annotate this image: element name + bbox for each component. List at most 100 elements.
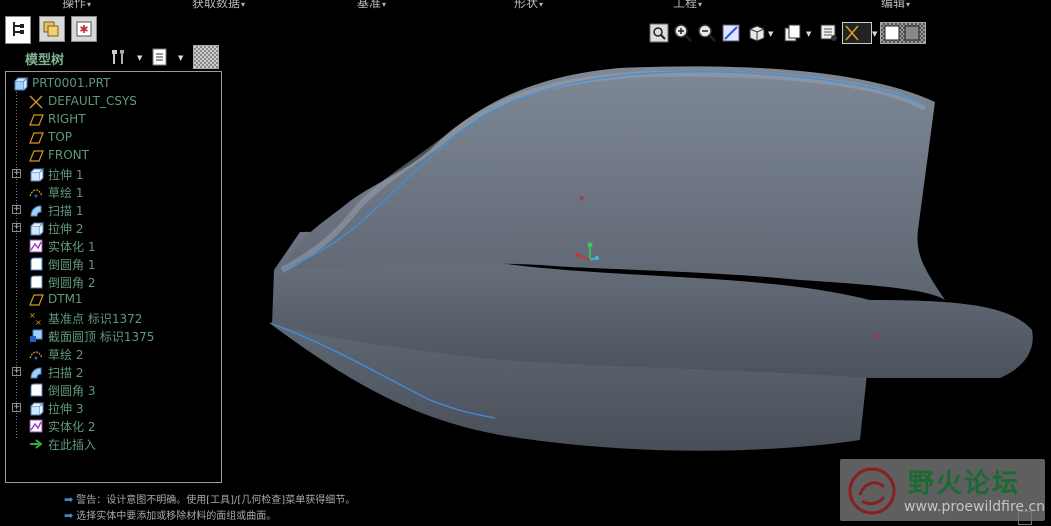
resize-grip[interactable] (1018, 511, 1032, 525)
tree-item[interactable]: DEFAULT_CSYS (6, 93, 218, 111)
show-grid-icon[interactable] (193, 45, 219, 69)
tree-item-label: 基准点 标识1372 (48, 312, 143, 326)
tree-item[interactable]: DTM1 (6, 291, 218, 309)
zoom-fit-icon[interactable] (648, 22, 670, 44)
tree-item[interactable]: + 拉伸 3 (6, 399, 218, 417)
repaint-icon[interactable] (720, 22, 742, 44)
model-tree: PRT0001.PRT DEFAULT_CSYS RIGHT TOP FRONT + 拉伸 … (5, 71, 222, 483)
shading-icon (884, 25, 920, 41)
tree-item-label: 草绘 2 (48, 348, 84, 362)
tree-item[interactable]: RIGHT (6, 111, 218, 129)
tree-item[interactable]: 倒圆角 2 (6, 273, 218, 291)
tree-item[interactable]: 在此插入 (6, 435, 218, 453)
message-arrow-icon: ➡ (64, 493, 74, 506)
tree-item[interactable]: + 扫描 2 (6, 363, 218, 381)
tree-item-label: DEFAULT_CSYS (48, 94, 137, 108)
forum-logo-icon (848, 467, 896, 515)
orient-dropdown-icon[interactable]: ▼ (768, 30, 773, 38)
zoom-in-icon[interactable] (672, 22, 694, 44)
tree-item-label: DTM1 (48, 292, 83, 306)
settings-dropdown-icon[interactable]: ▼ (178, 54, 183, 62)
menu-shapes[interactable]: 形状▾ (514, 0, 543, 11)
solidify-icon (29, 239, 43, 253)
round-icon (30, 275, 43, 289)
tree-item[interactable]: + 扫描 1 (6, 201, 218, 219)
svg-text:✱: ✱ (79, 23, 88, 36)
svg-text:×: × (35, 318, 42, 326)
tree-item-label: 倒圆角 3 (48, 384, 96, 398)
expand-toggle-icon[interactable]: + (12, 367, 21, 376)
orient-icon[interactable] (746, 22, 768, 44)
menu-engineering[interactable]: 工程▾ (673, 0, 702, 11)
datum-point-marker-2: × (874, 332, 882, 342)
tree-item-label: 拉伸 3 (48, 402, 84, 416)
datum-dropdown-icon[interactable]: ▼ (872, 30, 877, 38)
solidify-icon (29, 419, 43, 433)
settings-list-icon[interactable] (151, 47, 169, 67)
tree-item[interactable]: 倒圆角 3 (6, 381, 218, 399)
menu-operations[interactable]: 操作▾ (62, 0, 91, 11)
display-style-icon[interactable] (880, 22, 926, 44)
extrude-icon (30, 167, 44, 182)
forum-watermark: 野火论坛 www.proewildfire.cn (840, 459, 1045, 521)
tree-item-label: PRT0001.PRT (32, 76, 111, 90)
datum-plane-icon (29, 132, 44, 144)
tools-icon[interactable] (109, 47, 127, 67)
tree-item-label: 拉伸 1 (48, 168, 84, 182)
model-tree-tab[interactable] (5, 16, 31, 44)
menu-edit[interactable]: 编辑▾ (881, 0, 910, 11)
saved-views-dropdown-icon[interactable]: ▼ (806, 30, 811, 38)
tree-item-label: 倒圆角 1 (48, 258, 96, 272)
section-dome-icon (30, 329, 43, 342)
favorites-tab[interactable]: ✱ (71, 16, 97, 42)
tree-item[interactable]: PRT0001.PRT (6, 75, 218, 93)
zoom-out-icon[interactable] (696, 22, 718, 44)
datum-point-marker: × (578, 194, 586, 204)
tree-item[interactable]: 草绘 1 (6, 183, 218, 201)
tools-dropdown-icon[interactable]: ▼ (137, 54, 142, 62)
round-icon (30, 383, 43, 397)
tree-item-label: 扫描 1 (48, 204, 84, 218)
tree-item[interactable]: × × 基准点 标识1372 (6, 309, 218, 327)
tree-item-label: 倒圆角 2 (48, 276, 96, 290)
tree-item-label: 草绘 1 (48, 186, 84, 200)
sketch-icon (29, 189, 43, 198)
datum-plane-icon (29, 150, 44, 162)
sweep-icon (30, 367, 42, 379)
tree-item[interactable]: + 拉伸 1 (6, 165, 218, 183)
tree-item-label: 实体化 2 (48, 420, 96, 434)
model-tree-header: 模型树 ▼ ▼ (5, 44, 222, 70)
folder-browser-tab[interactable] (39, 16, 65, 42)
graphics-viewport[interactable]: × × (240, 50, 1051, 480)
tree-item[interactable]: 实体化 2 (6, 417, 218, 435)
menu-datum[interactable]: 基准▾ (357, 0, 386, 11)
tree-item-label: 在此插入 (48, 438, 97, 452)
layers-icon[interactable] (818, 22, 840, 44)
expand-toggle-icon[interactable]: + (12, 169, 21, 178)
saved-views-icon[interactable] (782, 22, 804, 44)
tree-item[interactable]: 截面圆顶 标识1375 (6, 327, 218, 345)
datum-display-icon[interactable] (842, 22, 872, 44)
round-icon (30, 257, 43, 271)
message-arrow-icon: ➡ (64, 509, 74, 522)
expand-toggle-icon[interactable]: + (12, 223, 21, 232)
tree-item[interactable]: TOP (6, 129, 218, 147)
tree-item[interactable]: 草绘 2 (6, 345, 218, 363)
datum-point-icon: ×× (29, 311, 42, 326)
expand-toggle-icon[interactable]: + (12, 403, 21, 412)
sketch-icon (29, 351, 43, 360)
tree-item-label: 实体化 1 (48, 240, 96, 254)
message-line: ➡ 警告：设计意图不明确。使用[工具]/[几何检查]菜单获得细节。 (64, 493, 356, 506)
extrude-icon (30, 221, 44, 236)
expand-toggle-icon[interactable]: + (12, 205, 21, 214)
datum-plane-icon (29, 114, 44, 126)
tree-item[interactable]: 倒圆角 1 (6, 255, 218, 273)
tree-item[interactable]: + 拉伸 2 (6, 219, 218, 237)
tree-item-label: TOP (48, 130, 73, 144)
tree-item[interactable]: 实体化 1 (6, 237, 218, 255)
tree-item[interactable]: FRONT (6, 147, 218, 165)
csys-icon (29, 95, 43, 109)
tree-item-label: 拉伸 2 (48, 222, 84, 236)
tree-item-label: 扫描 2 (48, 366, 84, 380)
menu-get-data[interactable]: 获取数据▾ (192, 0, 245, 11)
